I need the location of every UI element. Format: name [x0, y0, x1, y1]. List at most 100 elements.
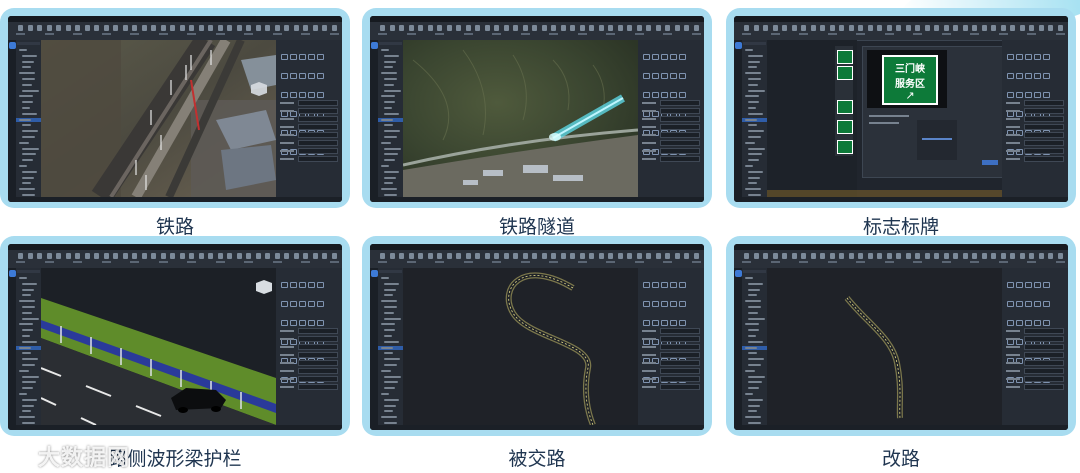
- tree-item[interactable]: [22, 176, 34, 179]
- tree-item[interactable]: [22, 311, 32, 314]
- viewport-guardrail[interactable]: [41, 268, 276, 425]
- toolbar-icon[interactable]: [132, 25, 137, 31]
- tree-item[interactable]: [748, 124, 757, 127]
- tree-item[interactable]: [748, 112, 763, 115]
- property-field[interactable]: [298, 344, 338, 350]
- toolbar-icon[interactable]: [943, 25, 949, 31]
- toolbar-icon[interactable]: [408, 253, 414, 259]
- property-field[interactable]: [298, 328, 338, 334]
- property-field[interactable]: [1024, 132, 1064, 138]
- toolbar-icon[interactable]: [867, 253, 873, 259]
- toolbar-icon[interactable]: [399, 253, 404, 259]
- tool-grid-icon[interactable]: [1007, 320, 1014, 326]
- tree-item[interactable]: [384, 422, 397, 424]
- tree-item[interactable]: [381, 72, 397, 75]
- toolbar-icon[interactable]: [924, 253, 930, 259]
- tool-grid-icon[interactable]: [661, 54, 668, 60]
- tree-item[interactable]: [384, 352, 393, 355]
- tree-item[interactable]: [22, 398, 37, 401]
- tool-grid-icon[interactable]: [670, 73, 677, 79]
- tree-item[interactable]: [384, 182, 393, 185]
- tree-item[interactable]: [748, 60, 760, 63]
- tool-grid-icon[interactable]: [1016, 73, 1023, 79]
- property-field[interactable]: [298, 352, 338, 358]
- tree-item[interactable]: [384, 136, 397, 138]
- toolbar-icon[interactable]: [494, 25, 499, 31]
- card-crossroad[interactable]: [362, 236, 712, 436]
- toolbar-icon[interactable]: [427, 253, 433, 259]
- tree-item[interactable]: [384, 282, 399, 285]
- property-field[interactable]: [298, 360, 338, 366]
- tree-item[interactable]: [745, 49, 753, 51]
- toolbar-icon[interactable]: [522, 253, 528, 259]
- tool-grid-icon[interactable]: [1043, 73, 1050, 79]
- tree-item[interactable]: [22, 358, 38, 361]
- toolbar-icon[interactable]: [303, 25, 308, 31]
- tree-item[interactable]: [384, 78, 397, 80]
- property-field[interactable]: [660, 368, 700, 374]
- tree-item[interactable]: [748, 294, 757, 297]
- tool-grid-icon[interactable]: [643, 320, 650, 326]
- tree-item[interactable]: [384, 159, 395, 162]
- toolbar-icon[interactable]: [56, 25, 61, 31]
- toolbar-icon[interactable]: [37, 253, 42, 259]
- tool-grid-icon[interactable]: [1007, 301, 1014, 307]
- tree-item[interactable]: [745, 393, 753, 395]
- tree-item[interactable]: [22, 182, 31, 185]
- tool-grid-icon[interactable]: [1016, 320, 1023, 326]
- tree-item[interactable]: [748, 170, 763, 173]
- tree-item[interactable]: [22, 375, 39, 378]
- toolbar-icon[interactable]: [75, 25, 80, 31]
- toolbar-icon[interactable]: [560, 25, 566, 31]
- tree-item[interactable]: [748, 282, 763, 285]
- toolbar-icon[interactable]: [665, 253, 670, 259]
- toolbar-icon[interactable]: [905, 25, 911, 31]
- toolbar-icon[interactable]: [924, 25, 930, 31]
- tree-item[interactable]: [384, 288, 396, 291]
- tree-item[interactable]: [381, 393, 389, 395]
- toolbar-icon[interactable]: [646, 25, 651, 31]
- toolbar-icon[interactable]: [399, 25, 404, 31]
- tree-item[interactable]: [381, 49, 389, 51]
- tool-grid-icon[interactable]: [1025, 320, 1032, 326]
- toolbar-icon[interactable]: [389, 25, 395, 31]
- tool-grid-icon[interactable]: [661, 73, 668, 79]
- toolbar-icon[interactable]: [1000, 253, 1006, 259]
- tree-item[interactable]: [748, 107, 756, 109]
- scene-tree[interactable]: [16, 268, 41, 430]
- toolbar-icon[interactable]: [684, 253, 689, 259]
- tool-grid-icon[interactable]: [1043, 301, 1050, 307]
- tool-grid-icon[interactable]: [317, 282, 324, 288]
- tree-item[interactable]: [384, 107, 392, 109]
- tree-item[interactable]: [748, 387, 759, 390]
- property-field[interactable]: [298, 132, 338, 138]
- tree-item[interactable]: [384, 387, 395, 390]
- tree-item[interactable]: [745, 141, 755, 144]
- tree-item[interactable]: [384, 112, 399, 115]
- tool-grid-icon[interactable]: [643, 301, 650, 307]
- ribbon-toolbar[interactable]: [370, 22, 704, 41]
- toolbar-icon[interactable]: [744, 253, 749, 259]
- toolbar-icon[interactable]: [541, 25, 547, 31]
- property-field[interactable]: [1024, 156, 1064, 162]
- property-field[interactable]: [660, 328, 700, 334]
- toolbar-icon[interactable]: [113, 25, 118, 31]
- tool-grid-icon[interactable]: [299, 54, 306, 60]
- toolbar-icon[interactable]: [579, 25, 585, 31]
- toolbar-icon[interactable]: [198, 25, 204, 31]
- tree-item[interactable]: [19, 416, 35, 419]
- toolbar-icon[interactable]: [839, 25, 844, 31]
- toolbar-icon[interactable]: [418, 253, 423, 259]
- properties-panel[interactable]: [638, 268, 704, 430]
- scene-tree[interactable]: [742, 40, 767, 202]
- property-field[interactable]: [1024, 384, 1064, 390]
- tree-item[interactable]: [748, 381, 762, 384]
- property-field[interactable]: [1024, 100, 1064, 106]
- scene-tree[interactable]: [16, 40, 41, 202]
- tool-grid-icon[interactable]: [1016, 54, 1023, 60]
- tool-grid-icon[interactable]: [679, 54, 686, 60]
- toolbar-icon[interactable]: [1038, 25, 1044, 31]
- card-road-diversion[interactable]: [726, 236, 1076, 436]
- tree-item[interactable]: [384, 381, 398, 384]
- tool-grid-icon[interactable]: [281, 54, 288, 60]
